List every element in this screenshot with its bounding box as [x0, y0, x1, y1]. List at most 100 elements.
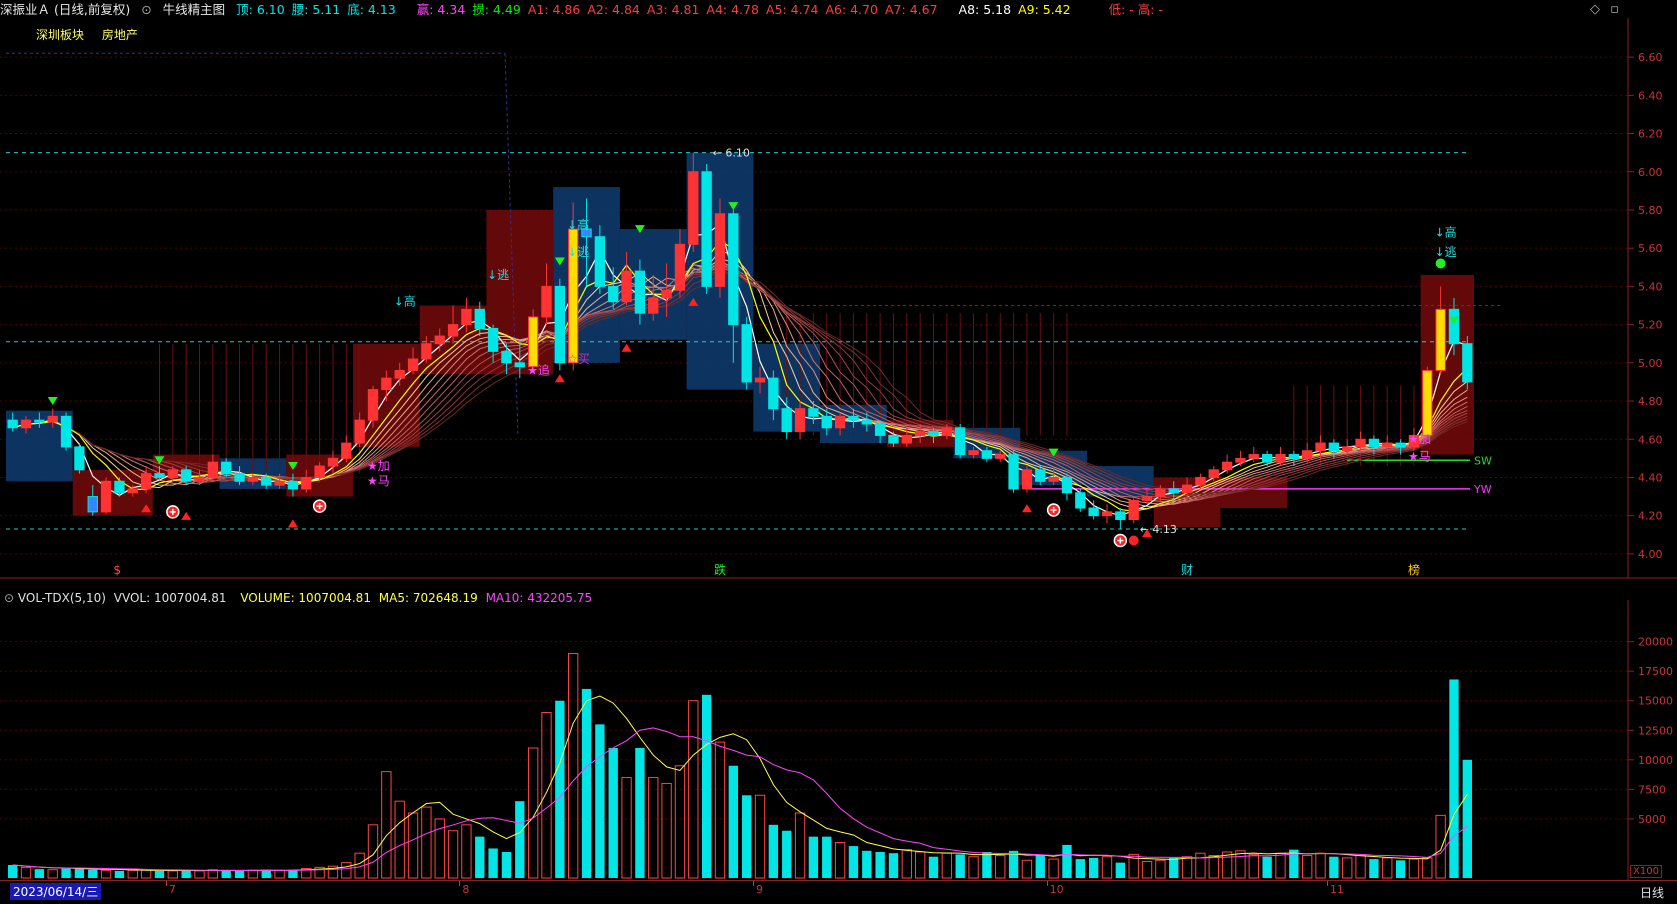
signal-label: ↓高 [567, 217, 589, 232]
buy-signal-icon [1021, 504, 1032, 513]
month-label: 9 [756, 883, 764, 896]
candle-body [1155, 488, 1166, 498]
volume-bar [595, 724, 605, 878]
volume-bar [848, 846, 859, 878]
price-axis-label: 5.20 [1638, 319, 1663, 332]
volume-bar [875, 852, 885, 878]
volume-bar [1302, 855, 1313, 879]
candle-body [1302, 450, 1313, 459]
volume-bar [1262, 856, 1272, 878]
volume-bar [1369, 859, 1379, 878]
indicator-dropdown-icon[interactable]: ⊙ [141, 2, 151, 17]
candle-body [955, 427, 966, 456]
candle-body [367, 389, 379, 421]
indicator-field: 腰: 5.11 [291, 2, 341, 17]
volume-bar [1115, 862, 1126, 878]
candle-body [768, 377, 779, 410]
volume-chart[interactable]: 20000 17500 15000 12500 10000 7500 5000 [0, 600, 1677, 880]
volume-bar [1355, 855, 1366, 879]
signal-label: ☆买 [567, 352, 590, 366]
candle-body [1048, 476, 1059, 482]
indicator-name[interactable]: 牛线精主图 [163, 2, 226, 17]
volume-bar [968, 856, 979, 879]
candle-body [621, 270, 632, 303]
volume-bar [648, 777, 659, 879]
candle-body [901, 434, 912, 444]
zone-box [72, 469, 153, 516]
price-chart[interactable]: 6.60 6.40 6.20 6.00 5.80 5.60 5.40 5.20 5.00 4.80… [0, 18, 1677, 598]
candle-body [1261, 454, 1273, 463]
candle-body [167, 469, 178, 478]
volume-bar [635, 748, 645, 878]
candle-body [381, 377, 392, 391]
diamond-icon[interactable]: ◇ [1590, 2, 1600, 17]
candle-body [274, 480, 285, 486]
volume-bar [742, 795, 752, 878]
candle-body [1288, 454, 1300, 459]
candle-body [1181, 484, 1193, 494]
date-axis: 2023/06/14/三 7 8 9 10 11 日线 [0, 880, 1677, 904]
candle-body [834, 415, 846, 429]
signal-label: ↓逃 [567, 245, 589, 259]
candle-body [1115, 511, 1126, 521]
volume-bar [20, 866, 32, 879]
volume-bar [1169, 857, 1179, 878]
candle-body [1128, 499, 1139, 520]
candle-body [407, 358, 419, 371]
candle-body [474, 308, 485, 329]
volume-bar [995, 855, 1006, 879]
candle-body [554, 285, 566, 364]
candle-body [1021, 469, 1033, 490]
volume-bar [581, 688, 592, 878]
stock-title[interactable]: 深振业Ａ (日线,前复权) [0, 2, 130, 17]
candle-body [1088, 507, 1099, 517]
volume-bar [34, 869, 45, 878]
price-axis-label: 5.00 [1638, 357, 1663, 370]
candle-body [527, 316, 539, 368]
price-axis-label: 6.40 [1638, 89, 1663, 102]
price-axis-label: 4.80 [1638, 395, 1663, 408]
low-high-readout: 低: - 高: - [1108, 2, 1163, 17]
volume-bar [127, 869, 138, 879]
event-marker: 财 [1181, 563, 1193, 577]
volume-bar [794, 812, 806, 879]
candle-body [861, 419, 872, 425]
volume-axis-label: 5000 [1638, 813, 1666, 826]
volume-bar [728, 765, 738, 878]
volume-bar [1008, 850, 1019, 878]
price-axis-label: 6.60 [1638, 51, 1663, 64]
candle-body [594, 236, 606, 287]
indicator-field: A5: 4.74 [765, 2, 819, 17]
volume-bar [621, 777, 632, 879]
candle-body [688, 171, 699, 245]
volume-bar [1101, 856, 1113, 879]
candle-body [501, 350, 512, 364]
volume-bar [982, 852, 992, 878]
candle-body [808, 408, 819, 417]
candle-body [1235, 457, 1246, 463]
volume-bar [221, 870, 231, 878]
candle-body [180, 469, 192, 482]
candle-body [434, 335, 445, 345]
indicator-field: 损: 4.49 [472, 2, 521, 17]
volume-bar [1062, 844, 1072, 878]
start-date[interactable]: 2023/06/14/三 [10, 883, 102, 900]
volume-bar [1235, 850, 1246, 879]
candle-body [127, 488, 138, 494]
volume-bar [1155, 859, 1166, 879]
candle-body [487, 327, 499, 352]
buy-signal-icon [181, 511, 192, 520]
signal-label: ★马 [367, 474, 390, 488]
volume-bar [914, 851, 926, 879]
volume-bar [447, 830, 459, 879]
volume-axis-label: 12500 [1638, 724, 1673, 737]
volume-bar [501, 852, 512, 878]
period-label[interactable]: 日线 [1640, 884, 1664, 901]
volume-unit: X100 [1630, 865, 1662, 878]
maximize-icon[interactable]: ▫ [1610, 2, 1619, 17]
candle-body [287, 480, 299, 490]
volume-axis-label: 20000 [1638, 636, 1673, 649]
candle-body [1328, 442, 1340, 452]
red-dot-icon [1128, 535, 1139, 546]
signal-label: ★追 [527, 362, 550, 377]
